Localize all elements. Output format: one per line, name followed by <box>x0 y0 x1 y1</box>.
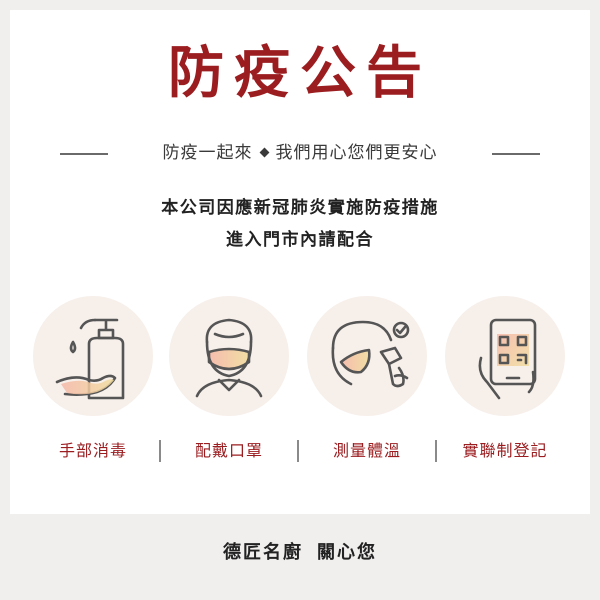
footer: 德匠名廚 關心您 <box>0 538 600 568</box>
slogan-row: 防疫一起來 我們用心您們更安心 <box>0 138 600 168</box>
notice-line-1: 本公司因應新冠肺炎實施防疫措施 <box>161 198 439 218</box>
label-wear-mask: 配戴口罩 <box>194 441 263 460</box>
measure-icons <box>0 296 600 416</box>
thermometer-icon <box>307 296 427 416</box>
footer-message: 關心您 <box>317 542 377 563</box>
notice-line-2: 進入門市內請配合 <box>226 230 374 250</box>
slogan-divider-left <box>60 153 108 155</box>
page-title: 防疫公告 <box>168 40 432 106</box>
slogan-left-text: 防疫一起來 <box>162 143 253 163</box>
slogan-divider-right <box>492 153 540 155</box>
qr-phone-graphic <box>478 318 537 400</box>
footer-brand: 德匠名廚 <box>223 542 303 563</box>
label-measure-temperature: 測量體溫 <box>332 441 401 460</box>
qr-phone-icon <box>445 296 565 416</box>
measure-labels: 手部消毒 配戴口罩 測量體溫 實聯制登記 <box>0 436 600 466</box>
face-mask-graphic <box>195 318 263 398</box>
hand-sanitizer-graphic <box>55 318 125 400</box>
thermometer-graphic <box>331 320 410 388</box>
diamond-icon <box>259 147 269 157</box>
notice-text: 本公司因應新冠肺炎實施防疫措施 進入門市內請配合 <box>0 192 600 256</box>
face-mask-icon <box>169 296 289 416</box>
label-hand-sanitize: 手部消毒 <box>58 441 127 460</box>
label-contact-registration: 實聯制登記 <box>462 441 548 460</box>
hand-sanitizer-icon <box>33 296 153 416</box>
slogan: 防疫一起來 我們用心您們更安心 <box>118 138 482 168</box>
slogan-right-text: 我們用心您們更安心 <box>275 143 438 163</box>
